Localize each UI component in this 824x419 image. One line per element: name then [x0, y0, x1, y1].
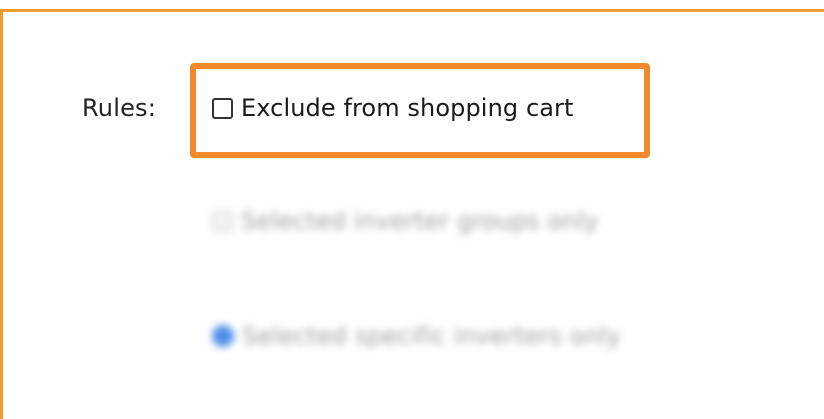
specific-inverters-radio[interactable]: [212, 325, 234, 347]
specific-inverters-label: Selected specific inverters only: [242, 322, 621, 350]
exclude-from-cart-label: Exclude from shopping cart: [241, 94, 574, 122]
specific-inverters-option[interactable]: Selected specific inverters only: [212, 320, 621, 352]
inverter-groups-checkbox[interactable]: [212, 210, 233, 232]
exclude-from-cart-checkbox[interactable]: [212, 97, 233, 119]
rules-label: Rules:: [82, 94, 157, 122]
inverter-groups-label: Selected inverter groups only: [241, 207, 599, 235]
inverter-groups-option[interactable]: Selected inverter groups only: [212, 205, 599, 237]
exclude-from-cart-option[interactable]: Exclude from shopping cart: [212, 92, 574, 124]
